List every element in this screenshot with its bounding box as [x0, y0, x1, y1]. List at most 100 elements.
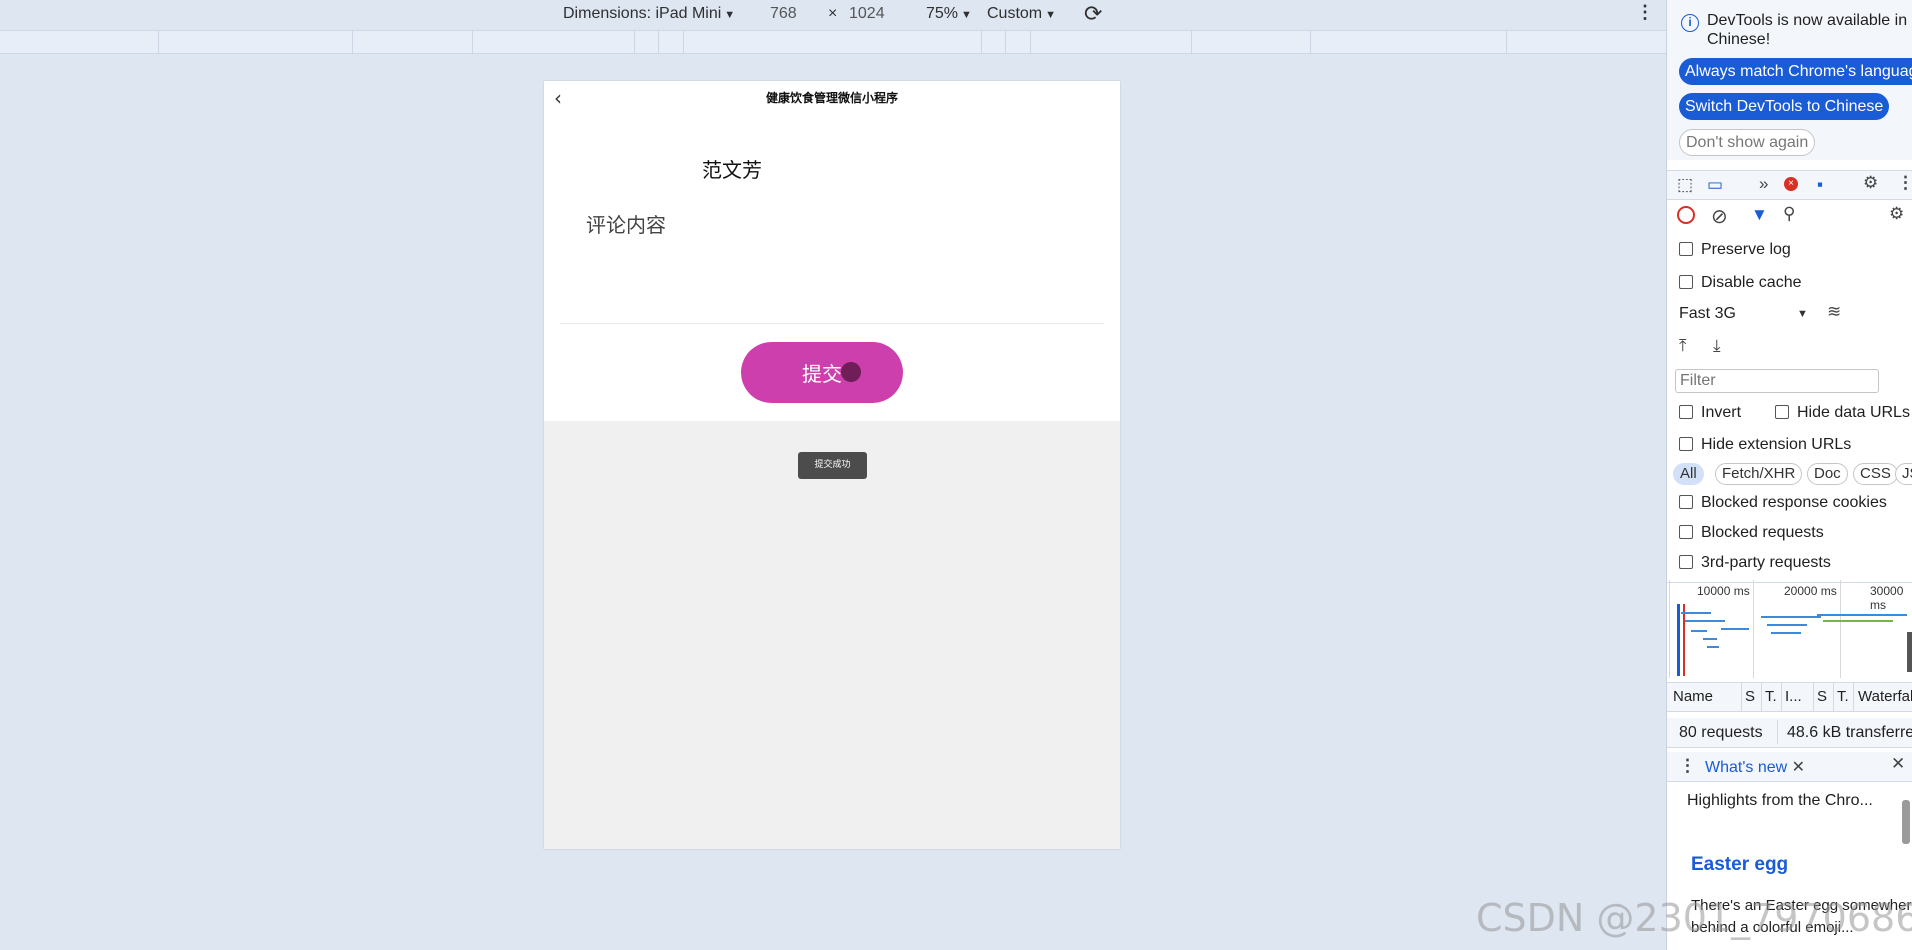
- timeline-bar: [1691, 630, 1707, 632]
- device-label: Dimensions: iPad Mini: [563, 5, 722, 22]
- filter-icon[interactable]: ▼: [1751, 205, 1768, 225]
- match-language-button[interactable]: Always match Chrome's language: [1679, 58, 1912, 85]
- timeline-marker: [1683, 604, 1685, 676]
- timeline-label: 10000 ms: [1697, 584, 1750, 598]
- chevron-down-icon: ▼: [961, 9, 972, 21]
- checkbox-label: 3rd-party requests: [1701, 554, 1831, 571]
- column-separator: [1781, 683, 1782, 711]
- type-filter-fetch-xhr[interactable]: Fetch/XHR: [1715, 463, 1803, 485]
- preserve-log-checkbox[interactable]: Preserve log: [1679, 241, 1791, 259]
- more-options-icon[interactable]: ⋮: [1897, 173, 1912, 193]
- type-filter-css[interactable]: CSS: [1853, 463, 1898, 485]
- ruler-tick: [1191, 31, 1192, 53]
- third-party-checkbox[interactable]: 3rd-party requests: [1679, 554, 1831, 572]
- divider: [560, 323, 1104, 324]
- column-type[interactable]: T.: [1765, 688, 1777, 705]
- wifi-settings-icon[interactable]: ≋: [1827, 302, 1841, 322]
- ruler-tick: [472, 31, 473, 53]
- messages-icon[interactable]: ▪: [1817, 175, 1823, 195]
- ruler-tick: [1005, 31, 1006, 53]
- tab-whats-new[interactable]: What's new ✕: [1705, 757, 1806, 784]
- hide-data-urls-checkbox[interactable]: Hide data URLs: [1775, 404, 1910, 422]
- device-select[interactable]: Dimensions: iPad Mini ▼: [563, 5, 735, 23]
- network-toolbar: ⊘ ▼ ⚲ ⚙: [1667, 204, 1912, 236]
- timeline-bar: [1681, 612, 1711, 614]
- type-filter-doc[interactable]: Doc: [1807, 463, 1848, 485]
- throttle-select[interactable]: Custom ▼: [987, 5, 1056, 23]
- close-drawer-icon[interactable]: ✕: [1891, 754, 1905, 774]
- timeline-bar: [1685, 620, 1725, 622]
- blocked-requests-checkbox[interactable]: Blocked requests: [1679, 524, 1824, 542]
- column-separator: [1853, 683, 1854, 711]
- column-status[interactable]: S: [1745, 688, 1755, 705]
- media-query-ruler[interactable]: [0, 30, 1666, 54]
- type-filter-all[interactable]: All: [1673, 463, 1704, 485]
- checkbox-icon: [1679, 405, 1693, 419]
- blocked-cookies-checkbox[interactable]: Blocked response cookies: [1679, 494, 1887, 512]
- network-settings-icon[interactable]: ⚙: [1889, 204, 1904, 224]
- invert-checkbox[interactable]: Invert: [1679, 404, 1741, 422]
- ruler-tick: [1030, 31, 1031, 53]
- timeline-bar: [1767, 624, 1807, 626]
- clear-icon[interactable]: ⊘: [1711, 204, 1728, 229]
- column-separator: [1761, 683, 1762, 711]
- timeline-gridline: [1753, 580, 1754, 678]
- checkbox-label: Hide data URLs: [1797, 404, 1910, 421]
- checkbox-icon: [1679, 437, 1693, 451]
- nav-bar: ‹ 健康饮食管理微信小程序: [544, 81, 1120, 113]
- search-icon[interactable]: ⚲: [1783, 204, 1795, 224]
- rotate-icon[interactable]: ⟳: [1084, 1, 1102, 27]
- inspect-icon[interactable]: ⬚: [1677, 175, 1693, 195]
- drawer-menu-icon[interactable]: ⋮: [1679, 756, 1696, 776]
- close-tab-icon[interactable]: ✕: [1792, 759, 1805, 776]
- timeline-label: 20000 ms: [1784, 584, 1837, 598]
- column-initiator[interactable]: I...: [1785, 688, 1802, 705]
- switch-chinese-button[interactable]: Switch DevTools to Chinese: [1679, 93, 1890, 120]
- filter-input[interactable]: [1675, 369, 1879, 393]
- timeline-bar: [1761, 616, 1821, 618]
- checkbox-label: Disable cache: [1701, 274, 1802, 291]
- column-size[interactable]: S: [1817, 688, 1827, 705]
- more-tabs-icon[interactable]: »: [1759, 174, 1768, 194]
- zoom-label: 75%: [926, 5, 959, 22]
- zoom-select[interactable]: 75% ▼: [926, 5, 972, 23]
- throttle-label: Custom: [987, 5, 1043, 22]
- easter-egg-link[interactable]: Easter egg: [1691, 854, 1788, 876]
- checkbox-icon: [1679, 525, 1693, 539]
- disable-cache-checkbox[interactable]: Disable cache: [1679, 274, 1802, 292]
- comment-input[interactable]: [586, 209, 1076, 319]
- error-icon[interactable]: ×: [1784, 177, 1798, 191]
- device-mode-icon[interactable]: ▭: [1707, 175, 1723, 195]
- record-icon[interactable]: [1677, 206, 1695, 224]
- checkbox-icon: [1679, 555, 1693, 569]
- dont-show-button[interactable]: Don't show again: [1679, 129, 1816, 156]
- timeline-bar: [1707, 646, 1719, 648]
- checkbox-label: Invert: [1701, 404, 1742, 421]
- drawer-scrollbar[interactable]: [1902, 800, 1910, 844]
- gear-icon[interactable]: ⚙: [1863, 173, 1878, 193]
- column-time[interactable]: T.: [1837, 688, 1849, 705]
- overview-scrollbar[interactable]: [1907, 632, 1912, 672]
- info-icon: i: [1681, 14, 1699, 32]
- submit-button[interactable]: 提交: [741, 342, 903, 403]
- upload-icon[interactable]: ⤒: [1679, 336, 1687, 356]
- timeline-bar: [1817, 614, 1907, 616]
- column-name[interactable]: Name: [1673, 688, 1713, 705]
- devtools-panel: i DevTools is now available in Chinese! …: [1666, 0, 1912, 950]
- tab-label: What's new: [1705, 759, 1788, 776]
- toast-message: 提交成功: [798, 452, 867, 479]
- more-options-icon[interactable]: ⋮: [1636, 2, 1654, 23]
- timeline-label: 30000 ms: [1870, 584, 1904, 612]
- height-input[interactable]: 1024: [849, 5, 885, 23]
- timeline-marker: [1677, 604, 1680, 676]
- width-input[interactable]: 768: [770, 5, 797, 23]
- throttling-select[interactable]: Fast 3G: [1679, 305, 1736, 323]
- column-waterfall[interactable]: Waterfall: [1858, 688, 1912, 705]
- ruler-tick: [158, 31, 159, 53]
- column-separator: [1833, 683, 1834, 711]
- device-toolbar: Dimensions: iPad Mini ▼ 768 × 1024 75% ▼ C…: [0, 0, 1666, 30]
- download-icon[interactable]: ⤓: [1713, 336, 1721, 356]
- hide-extension-urls-checkbox[interactable]: Hide extension URLs: [1679, 436, 1851, 454]
- devtools-tabbar: ⬚ ▭ » × ▪ ⚙ ⋮: [1667, 170, 1912, 200]
- type-filter-js[interactable]: JS: [1895, 463, 1912, 485]
